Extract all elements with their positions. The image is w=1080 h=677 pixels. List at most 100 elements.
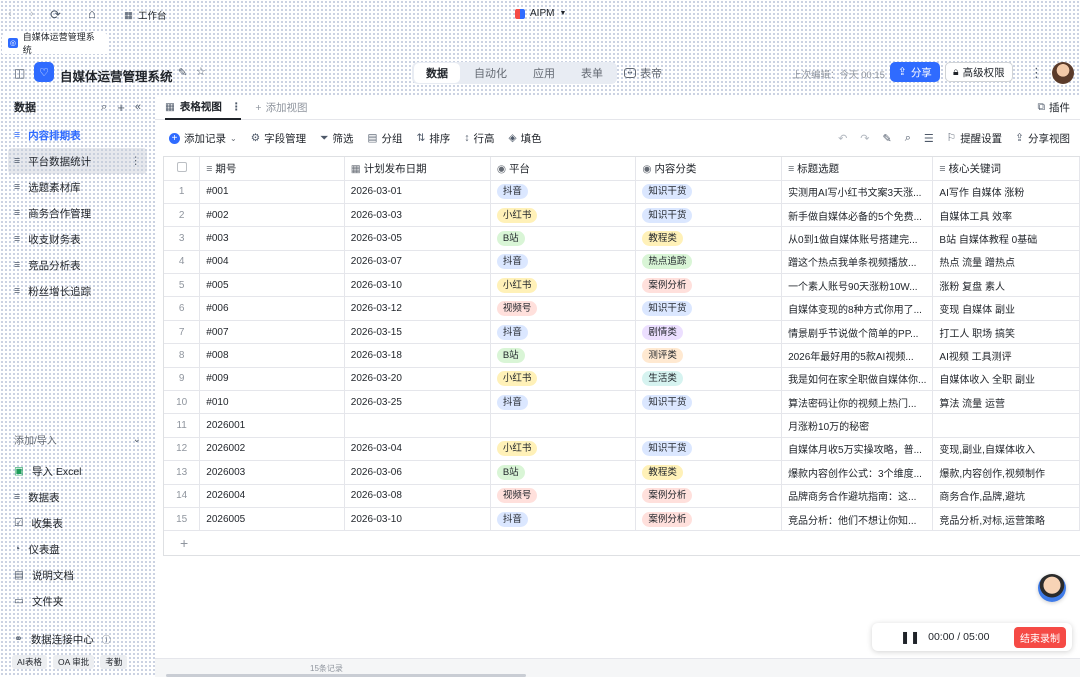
more-icon[interactable]: ⋮ [1030,65,1043,81]
col-issue-no[interactable]: ≡ 期号 [199,157,345,181]
sort-button[interactable]: ⇅ 排序 [416,131,450,146]
cell-issue-no[interactable]: #007 [199,320,345,345]
cell-category[interactable]: 教程类 [635,460,783,485]
cell-platform[interactable]: B站 [490,226,637,251]
cell-title[interactable]: 实测用AI写小红书文案3天涨... [781,180,934,204]
table-row[interactable]: 15 2026005 2026-03-10 抖音 案例分析 竞品分析：他们不想让你知...… [164,507,1080,532]
col-title[interactable]: ≡ 标题选题 [781,157,934,181]
table-row[interactable]: 6 #006 2026-03-12 视频号 知识干货 自媒体变现的8种方式你用了... 变现… [164,296,1080,321]
cell-title[interactable]: 新手做自媒体必备的5个免费... [781,203,934,228]
back-arrow-icon[interactable]: ‹ [8,8,12,20]
sidebar-toggle-icon[interactable]: ◫ [14,66,25,80]
cell-plan-date[interactable]: 2026-03-10 [344,507,491,532]
cell-issue-no[interactable]: #009 [199,367,345,392]
row-number[interactable]: 14 [164,484,201,508]
group-button[interactable]: ▤ 分组 [368,131,403,146]
cell-title[interactable]: 自媒体月收5万实操攻略，普... [781,437,934,462]
cell-plan-date[interactable]: 2026-03-01 [344,180,491,204]
cell-category[interactable]: 知识干货 [635,180,783,204]
cell-issue-no[interactable]: #001 [199,180,345,204]
chip-ai-table[interactable]: AI表格 [12,655,48,669]
add-row-button[interactable]: + [164,531,1080,555]
cell-issue-no[interactable]: #003 [199,226,345,251]
cell-title[interactable]: 品牌商务合作避坑指南：这... [781,484,934,508]
row-number[interactable]: 15 [164,507,201,532]
cell-platform[interactable]: B站 [490,343,637,368]
cell-keywords[interactable]: 算法 流量 运营 [932,390,1080,415]
cell-category[interactable]: 知识干货 [635,390,783,415]
cell-platform[interactable]: B站 [490,460,637,485]
sidebar-item-competitor[interactable]: ≡ 竞品分析表 [0,252,155,278]
cell-title[interactable]: 自媒体变现的8种方式你用了... [781,296,934,321]
star-icon[interactable]: ☆ [196,65,206,78]
cell-plan-date[interactable]: 2026-03-04 [344,437,491,462]
table-row[interactable]: 8 #008 2026-03-18 B站 测评类 2026年最好用的5款AI视频... AI… [164,343,1080,368]
cell-category[interactable]: 知识干货 [635,296,783,321]
add-record-button[interactable]: + 添加记录 ⌄ [169,131,237,146]
cell-keywords[interactable]: 自媒体收入 全职 副业 [932,367,1080,392]
row-number[interactable]: 9 [164,367,201,392]
sidebar-item-finance[interactable]: ≡ 收支财务表 [0,226,155,252]
table-row[interactable]: 7 #007 2026-03-15 抖音 剧情类 情景剧乎节说做个简单的PP... 打工人 … [164,320,1080,345]
cell-keywords[interactable]: 商务合作,品牌,避坑 [932,484,1080,508]
cell-plan-date[interactable]: 2026-03-05 [344,226,491,251]
cell-keywords[interactable]: 涨粉 复盘 素人 [932,273,1080,298]
fill-color-button[interactable]: ◈ 填色 [509,131,542,146]
workspace-link[interactable]: ▦ 工作台 [124,8,167,23]
advanced-permission-button[interactable]: 🔒︎ 高级权限 [945,62,1013,82]
data-connection-center[interactable]: ⚭ 数据连接中心 ⓘ [0,626,155,652]
refresh-icon[interactable]: ⟳ [50,7,61,23]
cell-title[interactable]: 我是如何在家全职做自媒体你... [781,367,934,392]
cell-plan-date[interactable]: 2026-03-10 [344,273,491,298]
cell-plan-date[interactable]: 2026-03-03 [344,203,491,228]
cell-title[interactable]: 竞品分析：他们不想让你知... [781,507,934,532]
cell-category[interactable]: 教程类 [635,226,783,251]
cell-keywords[interactable]: AI写作 自媒体 涨粉 [932,180,1080,204]
cell-keywords[interactable]: 自媒体工具 效率 [932,203,1080,228]
cell-keywords[interactable]: AI视频 工具测评 [932,343,1080,368]
add-icon[interactable]: + [117,100,125,115]
chip-oa[interactable]: OA 审批 [53,655,95,669]
sidebar-item-platform-stats[interactable]: ≡ 平台数据统计 ⋮ [8,148,147,174]
cell-plan-date[interactable]: 2026-03-06 [344,460,491,485]
collapse-icon[interactable]: « [135,101,141,113]
col-keywords[interactable]: ≡ 核心关键词 [932,157,1080,181]
chip-attendance[interactable]: 考勤 [100,655,128,669]
row-number[interactable]: 1 [164,180,201,204]
cell-keywords[interactable]: 热点 流量 蹭热点 [932,250,1080,275]
dashboard-tab[interactable]: •• 表帝 [624,65,662,81]
search-icon[interactable]: ⌕ [905,132,911,145]
table-row[interactable]: 10 #010 2026-03-25 抖音 知识干货 算法密码让你的视频上热门... 算法 … [164,390,1080,415]
cell-platform[interactable]: 视频号 [490,296,637,321]
add-dashboard[interactable]: ◔ 仪表盘 [0,536,155,562]
sidebar-item-topic-library[interactable]: ≡ 选题素材库 [0,174,155,200]
table-row[interactable]: 12 2026002 2026-03-04 小红书 知识干货 自媒体月收5万实操攻略，普.… [164,437,1080,462]
col-platform[interactable]: ◉ 平台 [490,157,637,181]
app-switcher[interactable]: AIPM ▼ [515,8,566,19]
add-datasheet[interactable]: ≡ 数据表 [0,484,155,510]
cell-issue-no[interactable]: 2026002 [199,437,345,462]
add-import-header[interactable]: 添加/导入 ⌄ [0,432,155,447]
cell-keywords[interactable]: 爆款,内容创作,视频制作 [932,460,1080,485]
col-plan-date[interactable]: ▦ 计划发布日期 [344,157,491,181]
sidebar-item-fans[interactable]: ≡ 粉丝增长追踪 [0,278,155,304]
search-icon[interactable]: ⌕ [101,101,107,114]
cell-title[interactable]: 月涨粉10万的秘密 [781,413,934,438]
row-number[interactable]: 6 [164,296,201,321]
cell-title[interactable]: 一个素人账号90天涨粉10W... [781,273,934,298]
row-number[interactable]: 12 [164,437,201,462]
more-icon[interactable]: ⋮ [231,101,242,113]
row-number[interactable]: 4 [164,250,201,275]
table-row[interactable]: 13 2026003 2026-03-06 B站 教程类 爆款内容创作公式：3个维度...… [164,460,1080,485]
tab-forms[interactable]: 表单 [569,63,615,83]
cell-issue-no[interactable]: #005 [199,273,345,298]
assistant-avatar[interactable] [1038,574,1066,602]
cell-keywords[interactable] [932,413,1080,438]
table-row[interactable]: 9 #009 2026-03-20 小红书 生活类 我是如何在家全职做自媒体你... 自媒体… [164,367,1080,392]
cell-title[interactable]: 蹭这个热点我单条视频播放... [781,250,934,275]
table-row[interactable]: 3 #003 2026-03-05 B站 教程类 从0到1做自媒体账号搭建完... B站 自… [164,226,1080,251]
home-icon[interactable]: ⌂ [88,6,96,21]
cell-category[interactable] [635,413,783,438]
edit-icon[interactable]: ✎ [883,132,892,145]
cell-issue-no[interactable]: 2026001 [199,413,345,438]
